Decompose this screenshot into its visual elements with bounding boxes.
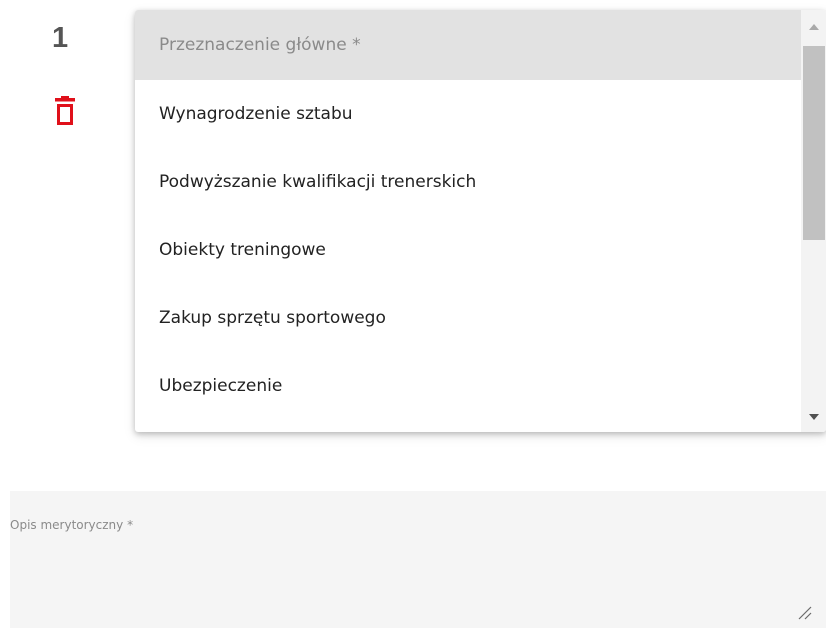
form-row: 1 Przeznaczenie główne * Wynagrodzenie s… [0,0,826,628]
dropdown-option-training-facilities[interactable]: Obiekty treningowe [135,216,801,284]
description-field[interactable]: Opis merytoryczny * [10,491,826,628]
dropdown-option-coach-qualifications[interactable]: Podwyższanie kwalifikacji trenerskich [135,148,801,216]
resize-handle-icon[interactable] [796,604,812,620]
description-textarea[interactable] [10,541,814,625]
delete-row-button[interactable] [50,96,80,136]
caret-down-icon[interactable] [809,414,819,420]
row-number: 1 [52,22,69,54]
purpose-dropdown-menu: Przeznaczenie główne * Wynagrodzenie szt… [135,10,826,432]
caret-up-icon[interactable] [809,24,819,30]
dropdown-list: Przeznaczenie główne * Wynagrodzenie szt… [135,10,801,432]
dropdown-option-insurance[interactable]: Ubezpieczenie [135,352,801,420]
trash-icon [54,96,76,130]
dropdown-placeholder-option[interactable]: Przeznaczenie główne * [135,10,801,80]
dropdown-option-sports-equipment[interactable]: Zakup sprzętu sportowego [135,284,801,352]
scrollbar-thumb[interactable] [803,46,825,240]
dropdown-scrollbar[interactable] [801,10,826,432]
dropdown-option-staff-salary[interactable]: Wynagrodzenie sztabu [135,80,801,148]
description-label: Opis merytoryczny * [10,518,134,532]
